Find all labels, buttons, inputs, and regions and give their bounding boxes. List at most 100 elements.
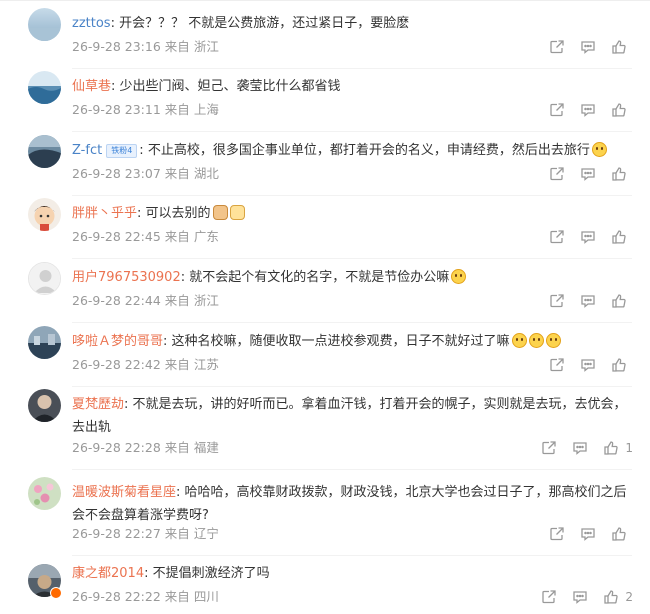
username-link[interactable]: 哆啦Ａ梦的哥哥: [72, 334, 163, 349]
location: 四川: [193, 589, 219, 604]
divider: [72, 386, 632, 387]
comment-body: 这种名校嘛，随便收取一点进校参观费，日子不就好过了嘛: [167, 334, 510, 349]
like-count: 1: [625, 441, 633, 455]
avatar[interactable]: [28, 326, 61, 359]
comment-icon: [581, 41, 595, 54]
reply-button[interactable]: [579, 356, 597, 374]
like-button[interactable]: [610, 38, 628, 56]
username-link[interactable]: 用户7967530902: [72, 270, 181, 285]
reply-button[interactable]: [579, 38, 597, 56]
comment-meta: 26-9-28 22:45 来自 广东: [72, 228, 219, 246]
avatar[interactable]: [28, 198, 61, 231]
timestamp: 26-9-28 23:11: [72, 102, 161, 117]
reply-button[interactable]: [579, 525, 597, 543]
share-icon: [550, 40, 564, 54]
thumbs-up-icon: [612, 294, 626, 308]
thumbs-up-icon: [612, 527, 626, 541]
thumbs-up-icon: [612, 230, 626, 244]
avatar[interactable]: [28, 389, 61, 422]
share-button[interactable]: [540, 439, 558, 457]
source-label: 来自: [164, 357, 190, 372]
share-icon: [550, 294, 564, 308]
location: 广东: [193, 229, 219, 244]
divider: [72, 555, 632, 556]
share-button[interactable]: [540, 588, 558, 606]
divider: [72, 469, 632, 470]
avatar[interactable]: [28, 262, 61, 295]
comment-actions: 1: [527, 439, 633, 457]
reply-button[interactable]: [579, 292, 597, 310]
comment-actions: 2: [527, 588, 633, 606]
reply-button[interactable]: [571, 439, 589, 457]
comment-text: 温暖波斯菊看星座: 哈哈哈，高校靠财政拨款，财政没钱，北京大学也会过日子了，那高…: [72, 481, 632, 527]
avatar[interactable]: [28, 8, 61, 41]
location: 上海: [193, 102, 219, 117]
thumbs-up-icon: [612, 40, 626, 54]
reply-button[interactable]: [579, 165, 597, 183]
comment-icon: [581, 295, 595, 308]
like-button[interactable]: [610, 101, 628, 119]
comment-meta: 26-9-28 23:16 来自 浙江: [72, 38, 219, 56]
share-icon: [550, 527, 564, 541]
source-label: 来自: [164, 526, 190, 541]
location: 浙江: [193, 293, 219, 308]
reply-button[interactable]: [579, 228, 597, 246]
timestamp: 26-9-28 22:22: [72, 589, 161, 604]
divider: [72, 68, 632, 69]
username-link[interactable]: Z-fct: [72, 143, 102, 158]
username-link[interactable]: 夏梵歷劫: [72, 397, 124, 412]
comment-icon: [573, 442, 588, 455]
username-link[interactable]: 仙草巷: [72, 79, 111, 94]
timestamp: 26-9-28 23:07: [72, 166, 161, 181]
share-button[interactable]: [548, 525, 566, 543]
timestamp: 26-9-28 23:16: [72, 39, 161, 54]
share-button[interactable]: [548, 292, 566, 310]
like-button[interactable]: [610, 228, 628, 246]
thumbs-up-icon: [612, 103, 626, 117]
avatar[interactable]: [28, 71, 61, 104]
comment-text: 夏梵歷劫: 不就是去玩，讲的好听而已。拿着血汗钱，打着开会的幌子，实则就是去玩，…: [72, 393, 632, 439]
username-link[interactable]: zzttos: [72, 16, 111, 31]
like-button[interactable]: [610, 356, 628, 374]
comment-text: zzttos: 开会？？？ 不就是公费旅游，还过紧日子，要脸麽: [72, 12, 632, 35]
comment-body: 可以去别的: [141, 206, 211, 221]
share-button[interactable]: [548, 165, 566, 183]
like-button[interactable]: [610, 525, 628, 543]
location: 浙江: [193, 39, 219, 54]
share-icon: [550, 230, 564, 244]
share-icon: [550, 103, 564, 117]
location: 辽宁: [193, 526, 219, 541]
share-button[interactable]: [548, 228, 566, 246]
share-button[interactable]: [548, 101, 566, 119]
comment-text: 用户7967530902: 就不会起个有文化的名字，不就是节俭办公嘛: [72, 266, 632, 289]
share-icon: [550, 358, 564, 372]
share-icon: [542, 590, 557, 604]
source-label: 来自: [164, 229, 190, 244]
timestamp: 26-9-28 22:28: [72, 440, 161, 455]
like-button[interactable]: [610, 292, 628, 310]
share-button[interactable]: [548, 356, 566, 374]
thumbs-up-icon: [604, 590, 619, 604]
source-label: 来自: [164, 166, 190, 181]
comment-actions: [535, 165, 630, 183]
avatar[interactable]: [28, 135, 61, 168]
location: 福建: [193, 440, 219, 455]
comment-actions: [535, 356, 630, 374]
username-link[interactable]: 温暖波斯菊看星座: [72, 485, 176, 500]
timestamp: 26-9-28 22:27: [72, 526, 161, 541]
thumbs-up-icon: [612, 358, 626, 372]
username-link[interactable]: 胖胖丶乎乎: [72, 206, 137, 221]
reply-button[interactable]: [571, 588, 589, 606]
source-label: 来自: [164, 440, 190, 455]
avatar[interactable]: [28, 477, 61, 510]
reply-button[interactable]: [579, 101, 597, 119]
share-button[interactable]: [548, 38, 566, 56]
comment-meta: 26-9-28 22:42 来自 江苏: [72, 356, 219, 374]
location: 湖北: [193, 166, 219, 181]
comment-icon: [581, 104, 595, 117]
like-button[interactable]: [602, 588, 620, 606]
username-link[interactable]: 康之都2014: [72, 566, 144, 581]
dog-emoji: [212, 205, 228, 220]
like-button[interactable]: [602, 439, 620, 457]
like-button[interactable]: [610, 165, 628, 183]
